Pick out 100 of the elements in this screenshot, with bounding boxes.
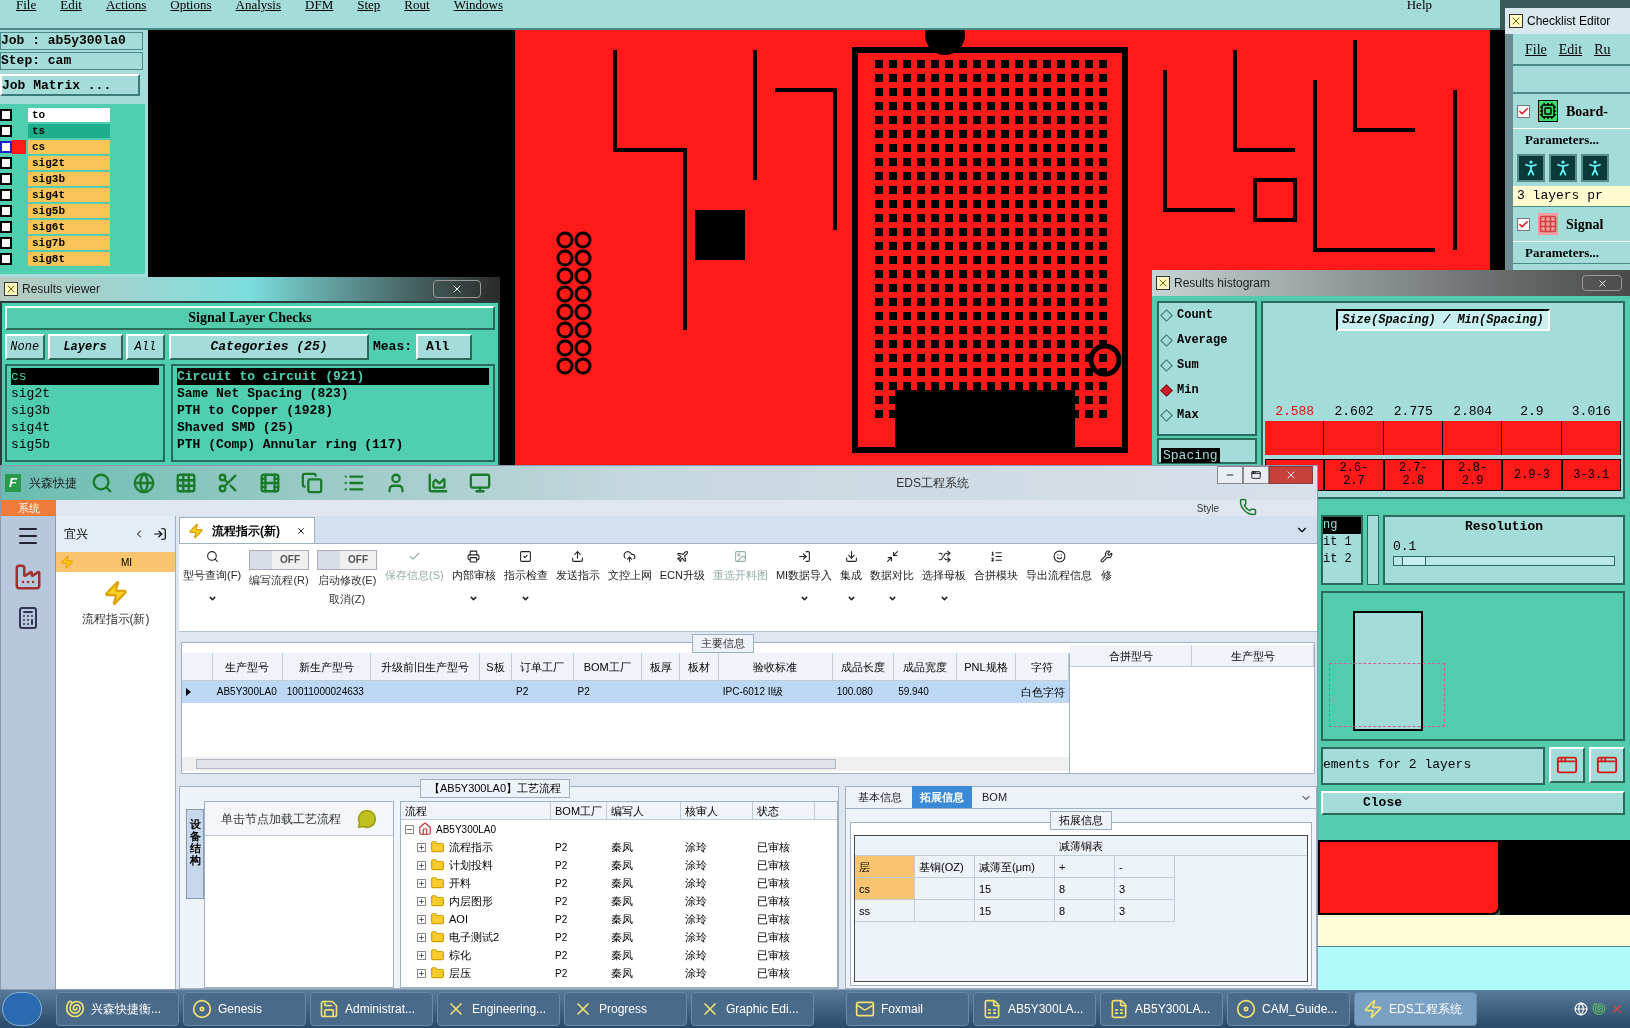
toolbar-button[interactable]: MI数据导入	[775, 550, 833, 603]
collapse-icon[interactable]	[405, 824, 414, 834]
menu-item[interactable]: Analysis	[223, 0, 294, 10]
column-header[interactable]: 字符	[1016, 653, 1069, 680]
layer-row[interactable]: sig2t	[28, 156, 110, 170]
tree-node[interactable]: AB5Y300LA0	[436, 821, 497, 837]
maximize-button[interactable]	[1243, 466, 1269, 484]
filter-button[interactable]: Layers	[47, 334, 123, 360]
list-item[interactable]: it 1	[1323, 534, 1361, 551]
expand-icon[interactable]	[417, 914, 426, 924]
column-header[interactable]: 编写人	[607, 802, 681, 819]
run-button[interactable]	[1517, 154, 1545, 182]
column-header[interactable]: 核审人	[681, 802, 753, 819]
tab[interactable]: BOM	[974, 786, 1016, 808]
layer-row[interactable]: cs	[28, 140, 110, 154]
menu-item[interactable]: Rout	[392, 0, 442, 10]
expand-icon[interactable]	[417, 968, 426, 978]
taskbar-button[interactable]: Engineering...	[437, 992, 560, 1026]
layer-row[interactable]: sig4t	[28, 188, 110, 202]
tree-node[interactable]: 开料	[449, 874, 471, 892]
list-item[interactable]: Same Net Spacing (823)	[177, 385, 489, 402]
check-toggle[interactable]	[1517, 217, 1530, 231]
column-header[interactable]: 成品宽度	[894, 653, 957, 680]
column-header[interactable]: 订单工厂	[512, 653, 574, 680]
column-header[interactable]: 状态	[753, 802, 815, 819]
menu-item[interactable]: Step	[345, 0, 393, 10]
menu-item[interactable]: DFM	[293, 0, 346, 10]
tree-node[interactable]: 层压	[449, 964, 471, 982]
taskbar-button[interactable]: Genesis	[183, 992, 306, 1026]
taskbar-button[interactable]: Progress	[564, 992, 687, 1026]
mode-radio[interactable]: Sum	[1162, 356, 1252, 374]
mode-radio[interactable]: Max	[1162, 406, 1252, 424]
toolbar-button[interactable]: 选择母板	[922, 550, 967, 603]
document-tab[interactable]: 流程指示(新)	[179, 517, 315, 543]
layer-checkbox[interactable]	[0, 125, 12, 137]
layer-checkbox[interactable]	[0, 253, 12, 265]
toolbar-icon[interactable]	[427, 472, 449, 494]
taskbar-button[interactable]: Graphic Edi...	[691, 992, 814, 1026]
tree-node[interactable]: 棕化	[449, 946, 471, 964]
list-item[interactable]: ng	[1323, 517, 1361, 534]
layer-row[interactable]: ts	[28, 124, 110, 138]
layer-row[interactable]: sig5b	[28, 204, 110, 218]
column-header[interactable]: PNL规格	[956, 653, 1017, 680]
column-header[interactable]: -	[1115, 855, 1175, 878]
column-header[interactable]: BOM工厂	[573, 653, 642, 680]
close-button[interactable]	[433, 280, 481, 298]
list-item[interactable]: sig5b	[11, 436, 159, 453]
toolbar-button[interactable]: 集成	[840, 550, 863, 603]
list-item[interactable]: PTH (Comp) Annular ring (117)	[177, 436, 489, 453]
list-item[interactable]: cs	[11, 368, 159, 385]
parameters-button[interactable]: Parameters...	[1513, 241, 1630, 263]
menu-item[interactable]: Options	[158, 0, 224, 10]
toggle-switch[interactable]: OFF	[249, 550, 310, 570]
toolbar-button[interactable]: 内部审核	[451, 550, 496, 603]
expand-icon[interactable]	[417, 896, 426, 906]
column-header[interactable]: 板厚	[641, 653, 681, 680]
column-header[interactable]: 成品长度	[832, 653, 895, 680]
layer-row[interactable]: sig3b	[28, 172, 110, 186]
layer-checkbox[interactable]	[0, 205, 12, 217]
column-header[interactable]: 层	[855, 855, 915, 878]
meas-dropdown[interactable]: All	[416, 334, 472, 360]
list-item[interactable]: PTH to Copper (1928)	[177, 402, 489, 419]
nav-group[interactable]: MI	[56, 552, 175, 572]
column-header[interactable]: 减薄至(μm)	[975, 855, 1055, 878]
menu-item[interactable]: File	[4, 0, 49, 10]
taskbar-button[interactable]: Foxmail	[846, 992, 969, 1026]
layer-swap-button[interactable]	[1589, 747, 1625, 783]
toolbar-button[interactable]: 修	[1100, 550, 1114, 584]
layer-swap-button[interactable]	[1549, 747, 1585, 783]
list-item[interactable]: sig2t	[11, 385, 159, 402]
tab[interactable]: 基本信息	[850, 786, 910, 808]
taskbar-button[interactable]: 兴森快捷衡...	[56, 992, 179, 1026]
column-header[interactable]: 生产型号	[212, 653, 283, 680]
toolbar-button[interactable]: 指示检查	[503, 550, 548, 603]
toggle-switch[interactable]: OFF	[317, 550, 378, 570]
filter-button[interactable]: All	[125, 334, 165, 360]
column-header[interactable]: 验收标准	[718, 653, 833, 680]
network-icon[interactable]	[1574, 1002, 1588, 1016]
login-icon[interactable]	[153, 527, 167, 541]
tree-node[interactable]: 电子测试2	[449, 928, 500, 946]
calculator-icon[interactable]	[16, 606, 40, 630]
factory-icon[interactable]	[13, 562, 43, 592]
toolbar-button[interactable]: ECN升级	[659, 550, 705, 584]
phone-icon[interactable]	[1239, 498, 1257, 516]
horizontal-scrollbar[interactable]	[182, 757, 1069, 771]
menu-item[interactable]: Help	[1390, 0, 1448, 10]
layer-checkbox[interactable]	[0, 173, 12, 185]
taskbar-button[interactable]: AB5Y300LA...	[973, 992, 1096, 1026]
column-header[interactable]: BOM工厂	[551, 802, 607, 819]
menu-item[interactable]: Ru	[1594, 38, 1611, 60]
mode-radio[interactable]: Min	[1162, 381, 1252, 399]
close-icon[interactable]	[296, 525, 306, 536]
start-button[interactable]	[2, 992, 42, 1026]
parameters-button[interactable]: Parameters...	[1513, 128, 1630, 150]
column-header[interactable]: 基铜(OZ)	[915, 855, 975, 878]
layer-checkbox[interactable]	[0, 109, 12, 121]
close-button[interactable]	[1582, 275, 1622, 291]
run-button[interactable]	[1549, 154, 1577, 182]
toolbar-button[interactable]: 文控上网	[607, 550, 652, 584]
toolbar-button[interactable]: 数据对比	[870, 550, 915, 603]
